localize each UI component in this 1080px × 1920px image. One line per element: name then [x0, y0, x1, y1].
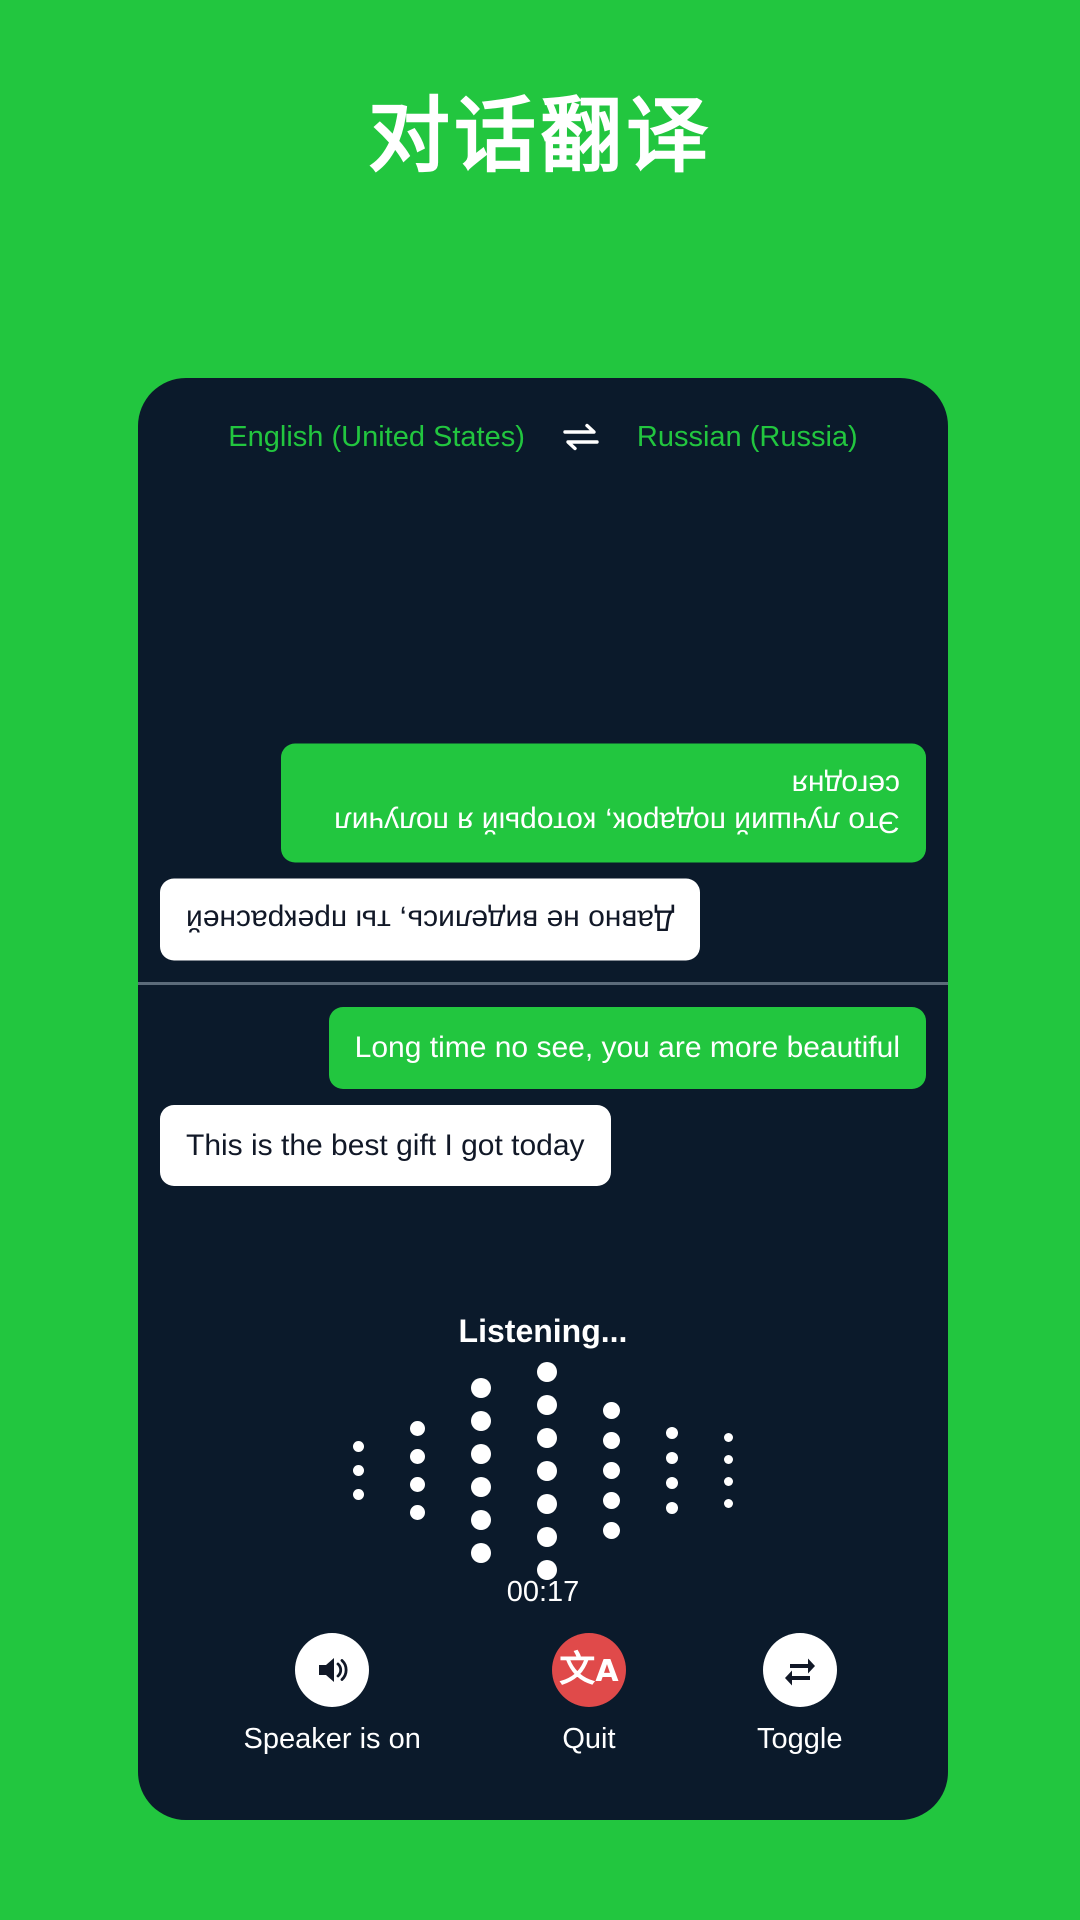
bottom-conversation-pane: Long time no see, you are more beautiful… — [138, 985, 948, 1315]
waveform-column — [471, 1378, 491, 1563]
waveform-dot — [537, 1361, 557, 1382]
listening-status: Listening... — [458, 1313, 628, 1349]
message-row: Давно не виделись, ты прекрасней — [160, 878, 926, 960]
speaker-button[interactable]: Speaker is on — [244, 1633, 421, 1756]
waveform-dot — [537, 1460, 557, 1481]
chat-bubble[interactable]: Давно не виделись, ты прекрасней — [160, 878, 701, 960]
waveform-dot — [353, 1489, 364, 1500]
top-message-list: Давно не виделись, ты прекрасней Это луч… — [160, 743, 926, 960]
waveform-column — [410, 1421, 425, 1520]
waveform-dot — [471, 1510, 491, 1530]
waveform-column — [603, 1402, 620, 1539]
waveform-dot — [471, 1378, 491, 1398]
speaker-on-icon[interactable] — [295, 1633, 370, 1707]
waveform-dot — [410, 1505, 425, 1520]
waveform-column — [666, 1427, 678, 1514]
waveform-dot — [537, 1493, 557, 1514]
waveform-dot — [353, 1465, 364, 1476]
bottom-message-list: Long time no see, you are more beautiful… — [160, 1007, 926, 1186]
message-row: Long time no see, you are more beautiful — [160, 1007, 926, 1089]
speaker-button-label: Speaker is on — [243, 1723, 421, 1755]
message-row: This is the best gift I got today — [160, 1104, 926, 1186]
waveform-dot — [537, 1427, 557, 1448]
toggle-button[interactable]: Toggle — [757, 1633, 842, 1756]
waveform-dot — [471, 1411, 491, 1431]
chat-bubble[interactable]: Это лучший подарок, который я получил се… — [281, 743, 926, 863]
recording-timer: 00:17 — [506, 1576, 580, 1608]
toggle-button-label: Toggle — [756, 1723, 843, 1755]
app-root: 对话翻译 English (United States) Russian (Ru… — [0, 0, 1080, 1920]
waveform-dot — [537, 1394, 557, 1415]
waveform-dot — [666, 1452, 678, 1464]
waveform-dot — [353, 1441, 364, 1452]
phone-frame: English (United States) Russian (Russia)… — [138, 378, 948, 1820]
waveform-dot — [666, 1427, 678, 1439]
toggle-swap-icon[interactable] — [762, 1633, 837, 1707]
top-conversation-pane: Давно не виделись, ты прекрасней Это луч… — [138, 378, 948, 982]
waveform-dot — [410, 1477, 425, 1492]
waveform-dot — [603, 1462, 620, 1479]
translate-icon[interactable]: 文A — [551, 1633, 626, 1707]
page-title: 对话翻译 — [367, 91, 712, 182]
quit-button-label: Quit — [562, 1723, 616, 1755]
translate-glyph: 文A — [559, 1649, 619, 1690]
waveform-dot — [724, 1499, 733, 1508]
control-bar: Speaker is on 文A Quit Toggle — [138, 1633, 948, 1756]
waveform-dot — [724, 1477, 733, 1486]
waveform-dot — [603, 1492, 620, 1509]
waveform-dot — [471, 1477, 491, 1497]
message-row: Это лучший подарок, который я получил се… — [160, 743, 926, 863]
waveform-dot — [410, 1421, 425, 1436]
chat-bubble[interactable]: Long time no see, you are more beautiful — [328, 1007, 926, 1089]
audio-waveform — [138, 1361, 948, 1580]
quit-button[interactable]: 文A Quit — [551, 1633, 626, 1756]
waveform-dot — [471, 1444, 491, 1464]
waveform-column — [537, 1361, 557, 1580]
chat-bubble[interactable]: This is the best gift I got today — [160, 1104, 611, 1186]
waveform-column — [724, 1433, 733, 1508]
waveform-dot — [724, 1455, 733, 1464]
waveform-dot — [666, 1502, 678, 1514]
waveform-dot — [603, 1432, 620, 1449]
waveform-dot — [410, 1449, 425, 1464]
waveform-dot — [603, 1522, 620, 1539]
waveform-dot — [471, 1543, 491, 1563]
waveform-dot — [603, 1402, 620, 1419]
waveform-dot — [537, 1526, 557, 1547]
waveform-column — [353, 1441, 364, 1500]
waveform-dot — [666, 1477, 678, 1489]
waveform-dot — [724, 1433, 733, 1442]
